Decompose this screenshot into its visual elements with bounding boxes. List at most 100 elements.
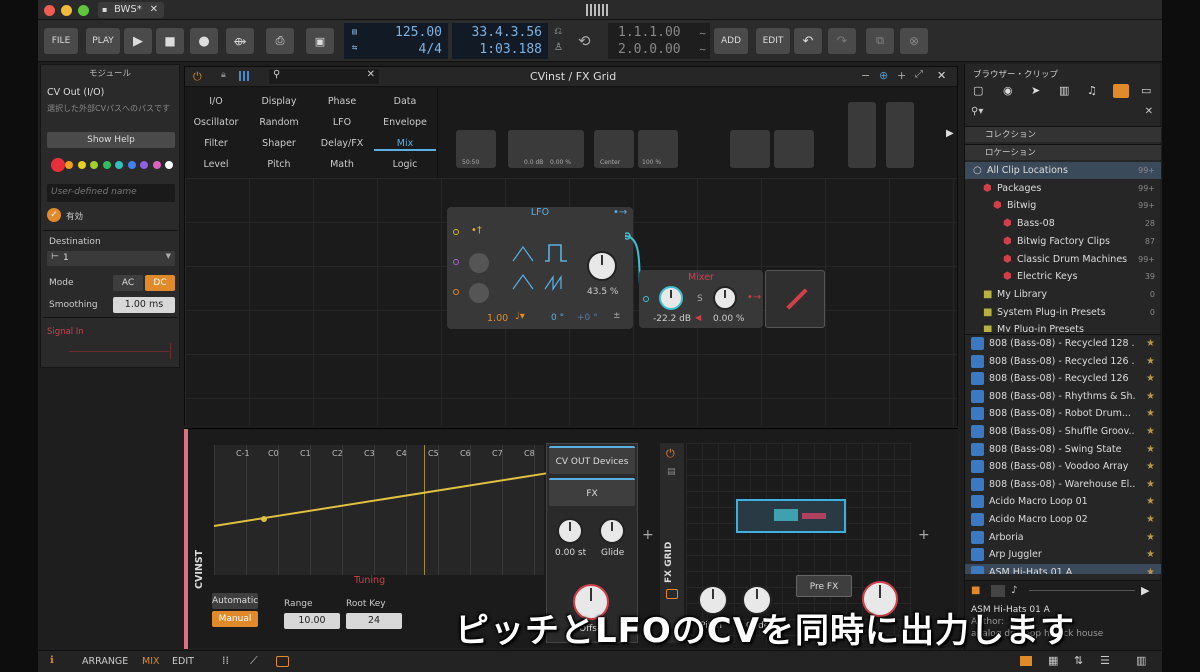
minus-icon[interactable]: − xyxy=(861,69,870,82)
zoom-window-button[interactable] xyxy=(78,5,89,16)
tuning-point[interactable] xyxy=(261,516,267,522)
mixer-module[interactable]: Mixer S -22.2 dB ◀ 0.00 % •→ xyxy=(639,270,763,328)
close-window-button[interactable] xyxy=(44,5,55,16)
edit-button[interactable]: EDIT xyxy=(756,28,790,54)
close-device-icon[interactable]: ✕ xyxy=(937,69,946,82)
input-port[interactable] xyxy=(453,229,459,235)
favorite-star-icon[interactable]: ★ xyxy=(1146,546,1155,563)
loop-start-value[interactable]: 1.1.1.00 xyxy=(618,25,681,40)
enabled-checkbox[interactable]: ✓ xyxy=(47,208,61,222)
favorite-star-icon[interactable]: ★ xyxy=(1146,458,1155,475)
note-editor-icon[interactable]: ⁞⁞ xyxy=(222,654,229,667)
mode-ac-button[interactable]: AC xyxy=(113,275,143,291)
color-swatch[interactable] xyxy=(90,161,98,169)
category-logic[interactable]: Logic xyxy=(374,159,436,170)
expand-icon[interactable]: ⤢ xyxy=(915,69,923,80)
category-envelope[interactable]: Envelope xyxy=(374,117,436,128)
category-oscillator[interactable]: Oscillator xyxy=(185,117,247,128)
lfo-module[interactable]: LFO •→ •† 43.5 % 1.00 ♩▾ 0 ° +0 ° ± xyxy=(447,207,633,329)
favorite-star-icon[interactable]: ★ xyxy=(1146,370,1155,387)
speaker-preview-icon[interactable]: ♪ xyxy=(1011,585,1017,596)
file-menu-button[interactable]: FILE xyxy=(44,28,78,54)
device-tab-icon[interactable]: ▢ xyxy=(973,84,983,97)
clip-tab-icon[interactable] xyxy=(1113,84,1129,98)
fx-grid-power-icon[interactable]: ⏻ xyxy=(666,447,675,461)
favorite-star-icon[interactable]: ★ xyxy=(1146,423,1155,440)
mixer-level-knob[interactable] xyxy=(659,286,683,310)
add-device-icon-2[interactable]: + xyxy=(918,527,930,543)
mod-port-2[interactable] xyxy=(453,289,459,295)
loop-end-value[interactable]: 2.0.0.00 xyxy=(618,42,681,57)
module-merge-tile[interactable] xyxy=(848,102,876,168)
tempo-value[interactable]: 125.00 xyxy=(395,25,442,40)
fx-grid-patch-thumbnail[interactable] xyxy=(736,499,846,533)
mix-view-tab[interactable]: MIX xyxy=(142,656,160,667)
mixer-pan-knob[interactable] xyxy=(713,286,737,310)
scroll-right-icon[interactable]: ▶ xyxy=(946,128,954,139)
minimize-window-button[interactable] xyxy=(61,5,72,16)
semitone-knob[interactable] xyxy=(557,518,583,544)
smoothing-field[interactable]: 1.00 ms xyxy=(113,297,175,313)
browser-search-input[interactable]: ⚲▾ ✕ xyxy=(969,106,1157,120)
tree-item-packages[interactable]: ⬢ Packages 99+ xyxy=(965,180,1161,197)
list-view-icon[interactable]: ☰ xyxy=(1100,654,1110,667)
category-random[interactable]: Random xyxy=(248,117,310,128)
color-swatches[interactable] xyxy=(51,158,177,172)
module-split-tile[interactable] xyxy=(886,102,914,168)
category-display[interactable]: Display xyxy=(248,96,310,107)
lfo-rate-value[interactable]: 1.00 xyxy=(487,313,508,324)
category-math[interactable]: Math xyxy=(311,159,373,170)
tree-item-my-plug-in-presets[interactable]: ■ My Plug-in Presets xyxy=(965,321,1161,332)
color-swatch[interactable] xyxy=(77,161,86,169)
show-help-button[interactable]: Show Help xyxy=(47,132,175,148)
mixer-input-port[interactable] xyxy=(643,296,649,302)
clip-list-item[interactable]: Arp Juggler ★ xyxy=(965,546,1161,563)
clip-list-item[interactable]: Acido Macro Loop 02 ★ xyxy=(965,511,1161,528)
color-swatch[interactable] xyxy=(140,161,148,169)
tree-item-system-plug-in-presets[interactable]: ■ System Plug-in Presets 0 xyxy=(965,304,1161,321)
power-icon[interactable]: ⏻ xyxy=(193,70,202,84)
project-tab[interactable]: BWS* ✕ ▪ xyxy=(98,2,164,18)
category-level[interactable]: Level xyxy=(185,159,247,170)
category-data[interactable]: Data xyxy=(374,96,436,107)
undo-button[interactable]: ↶ xyxy=(794,28,822,54)
lfo-offset-value[interactable]: +0 ° xyxy=(577,313,598,323)
favorite-star-icon[interactable]: ★ xyxy=(1146,529,1155,546)
clip-list-item[interactable]: 808 (Bass-08) - Warehouse El... ★ xyxy=(965,476,1161,493)
color-swatch[interactable] xyxy=(165,161,173,169)
color-swatch[interactable] xyxy=(115,161,123,169)
fx-grid-edit-icon[interactable] xyxy=(666,589,678,599)
lfo-phase-value[interactable]: 0 ° xyxy=(551,313,564,323)
location-section[interactable]: ロケーション xyxy=(965,144,1161,160)
manual-button[interactable]: Manual xyxy=(212,611,258,627)
device-panel-icon[interactable] xyxy=(276,656,289,667)
close-icon[interactable]: ✕ xyxy=(367,69,375,80)
module-search-input[interactable]: ⚲ ✕ xyxy=(269,69,379,84)
preview-play-button[interactable]: ▶ xyxy=(1141,584,1149,597)
edit-view-tab[interactable]: EDIT xyxy=(172,656,194,667)
favorite-star-icon[interactable]: ★ xyxy=(1146,493,1155,510)
module-select-tile[interactable] xyxy=(730,130,770,168)
arrange-view-tab[interactable]: ARRANGE xyxy=(82,656,128,667)
add-device-icon[interactable]: + xyxy=(642,527,654,543)
module-toggle-tile[interactable] xyxy=(774,130,814,168)
grid-view-icon[interactable]: ▦ xyxy=(1048,654,1058,667)
cv-out-module[interactable] xyxy=(765,270,825,328)
favorite-star-icon[interactable]: ★ xyxy=(1146,564,1155,574)
cv-out-devices-button[interactable]: CV OUT Devices xyxy=(549,446,635,474)
favorite-star-icon[interactable]: ★ xyxy=(1146,353,1155,370)
color-swatch[interactable] xyxy=(127,161,136,169)
redo-button[interactable]: ↷ xyxy=(828,28,856,54)
clip-list-item[interactable]: 808 (Bass-08) - Voodoo Array ★ xyxy=(965,458,1161,475)
favorite-star-icon[interactable]: ★ xyxy=(1146,511,1155,528)
mod-port-1[interactable] xyxy=(453,259,459,265)
favorite-star-icon[interactable]: ★ xyxy=(1146,405,1155,422)
color-swatch[interactable] xyxy=(102,161,111,169)
pre-fx-button[interactable]: Pre FX xyxy=(796,575,852,597)
preview-play-icon[interactable] xyxy=(991,585,1005,597)
module-mixer-tile[interactable] xyxy=(508,130,584,168)
favorite-star-icon[interactable]: ★ xyxy=(1146,388,1155,405)
grid-icon[interactable] xyxy=(239,71,249,81)
category-mix[interactable]: Mix xyxy=(374,138,436,151)
add-button[interactable]: ADD xyxy=(714,28,748,54)
